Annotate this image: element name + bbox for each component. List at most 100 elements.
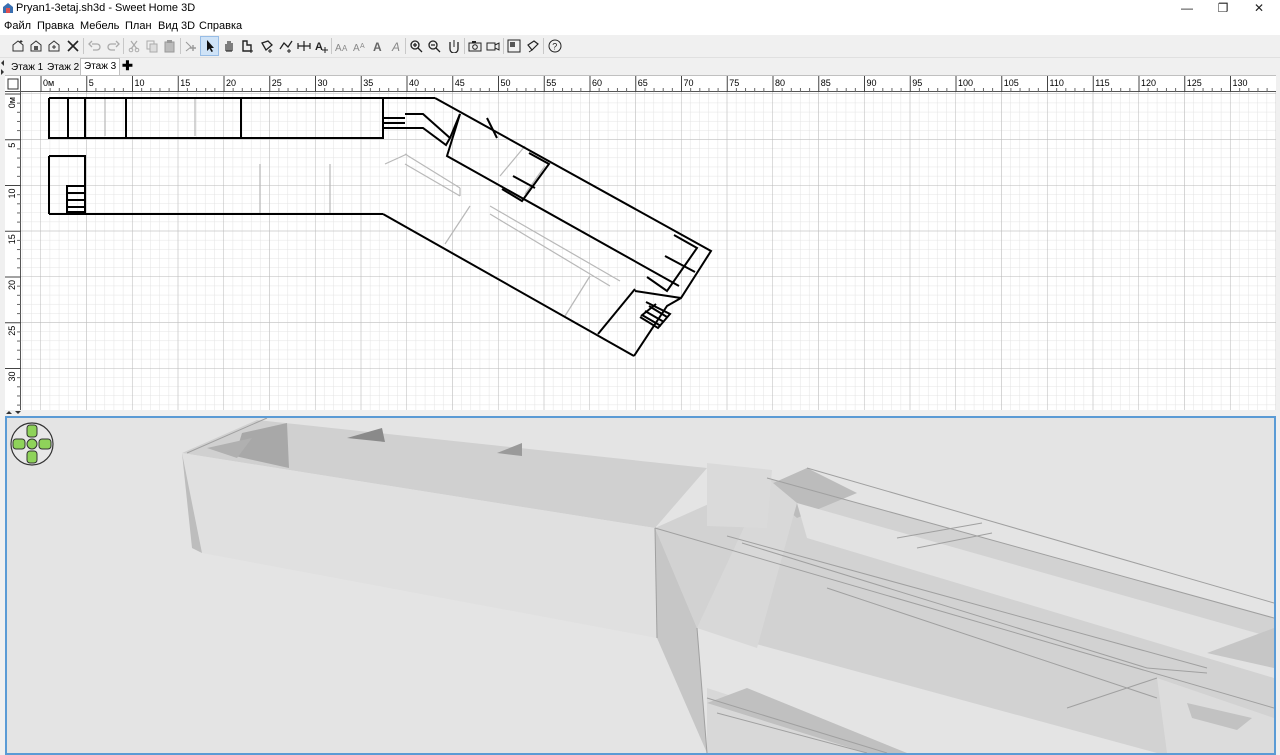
ruler-label: 95 <box>912 78 922 88</box>
open-icon <box>30 40 41 52</box>
redo-button[interactable] <box>104 37 121 55</box>
add-furniture-icon <box>185 41 196 52</box>
menu-edit[interactable]: Правка <box>37 20 74 32</box>
ruler-label: 55 <box>546 78 556 88</box>
save-icon <box>48 40 59 52</box>
copy-button[interactable] <box>143 37 160 55</box>
copy-icon <box>146 40 157 53</box>
edit-icon <box>526 40 539 53</box>
menu-file[interactable]: Файл <box>4 20 31 32</box>
create-dimensions-icon <box>296 41 311 51</box>
create-video-button[interactable] <box>484 37 501 55</box>
window-title: Pryan1-3etaj.sh3d - Sweet Home 3D <box>16 2 196 14</box>
minimize-button[interactable]: — <box>1170 0 1204 18</box>
create-walls-icon <box>241 40 253 53</box>
undo-icon <box>87 40 101 51</box>
zoom-out-button[interactable] <box>425 37 442 55</box>
title-bar: Pryan1-3etaj.sh3d - Sweet Home 3D — ❐ ✕ <box>0 0 1280 18</box>
increase-text-button[interactable]: AA <box>333 37 350 55</box>
undo-button[interactable] <box>86 37 103 55</box>
ruler-label: 10 <box>7 189 17 199</box>
ruler-label: 50 <box>501 78 511 88</box>
create-dimensions-button[interactable] <box>295 37 312 55</box>
tab-level-2[interactable]: Этаж 2 <box>44 60 82 75</box>
level-tabs: Этаж 1 Этаж 2 Этаж 3 ✚ <box>0 58 1280 76</box>
ruler-label: 65 <box>638 78 648 88</box>
ruler-label: 0м <box>7 97 17 108</box>
tab-level-1[interactable]: Этаж 1 <box>8 60 46 75</box>
help-button[interactable]: ? <box>546 37 563 55</box>
create-polylines-icon <box>278 40 293 53</box>
cut-button[interactable] <box>125 37 142 55</box>
paste-button[interactable] <box>161 37 178 55</box>
svg-text:A: A <box>342 44 348 53</box>
create-walls-button[interactable] <box>239 37 256 55</box>
menu-3d-view[interactable]: Вид 3D <box>158 20 195 32</box>
new-home-icon <box>12 40 23 52</box>
save-button[interactable] <box>45 37 62 55</box>
plan-view[interactable]: 0м 5 10 15 20 25 30 35 40 45 50 55 60 65 70 75 80 85 90 95 1… <box>5 75 1276 411</box>
cut-icon <box>128 40 139 53</box>
increase-text-icon: AA <box>335 43 348 53</box>
zoom-in-icon <box>409 40 422 53</box>
svg-text:A: A <box>335 43 342 53</box>
ruler-label: 5 <box>89 78 94 88</box>
decrease-text-button[interactable]: AA <box>351 37 368 55</box>
add-text-button[interactable]: A <box>313 37 330 55</box>
create-rooms-icon <box>260 40 273 53</box>
italic-text-icon: A <box>391 40 400 53</box>
ruler-label: 5 <box>7 143 17 148</box>
ruler-label: 80 <box>775 78 785 88</box>
pan-mode-button[interactable] <box>220 37 237 55</box>
ruler-label: 15 <box>7 234 17 244</box>
ruler-label: 30 <box>318 78 328 88</box>
menu-plan[interactable]: План <box>125 20 152 32</box>
3d-view[interactable] <box>5 416 1276 755</box>
import-background-icon <box>448 40 459 53</box>
create-polylines-button[interactable] <box>277 37 294 55</box>
menu-furniture[interactable]: Мебель <box>80 20 119 32</box>
ruler-label: 75 <box>729 78 739 88</box>
add-furniture-button[interactable] <box>182 37 199 55</box>
select-arrow-icon <box>206 40 214 52</box>
close-button[interactable]: ✕ <box>1242 0 1276 18</box>
open-button[interactable] <box>27 37 44 55</box>
svg-text:A: A <box>315 41 323 53</box>
svg-text:A: A <box>353 43 360 53</box>
decrease-text-icon: AA <box>353 43 365 53</box>
svg-text:A: A <box>391 40 400 53</box>
tab-level-3[interactable]: Этаж 3 <box>80 58 121 76</box>
ruler-label: 60 <box>592 78 602 88</box>
create-photo-button[interactable] <box>466 37 483 55</box>
cut-tool-icon <box>66 40 79 52</box>
ruler-label: 45 <box>455 78 465 88</box>
ruler-label: 110 <box>1050 78 1064 88</box>
help-icon: ? <box>548 39 561 53</box>
add-level-button[interactable]: ✚ <box>119 58 136 73</box>
cut-tool-button[interactable] <box>64 37 81 55</box>
menu-help[interactable]: Справка <box>199 20 242 32</box>
ruler-label: 90 <box>867 78 877 88</box>
preferences-button[interactable] <box>505 37 522 55</box>
ruler-label: 70 <box>684 78 694 88</box>
navigation-arrows-icon[interactable] <box>10 422 54 466</box>
italic-text-button[interactable]: A <box>387 37 404 55</box>
ruler-label: 35 <box>363 78 373 88</box>
zoom-out-icon <box>427 40 440 53</box>
menu-bar: Файл Правка Мебель План Вид 3D Справка <box>0 18 1280 35</box>
bold-text-icon: A <box>373 40 382 53</box>
create-rooms-button[interactable] <box>258 37 275 55</box>
zoom-in-button[interactable] <box>407 37 424 55</box>
restore-button[interactable]: ❐ <box>1206 0 1240 18</box>
ruler-label: 85 <box>821 78 831 88</box>
photo-icon <box>468 41 481 52</box>
select-mode-button[interactable] <box>200 36 219 56</box>
import-background-button[interactable] <box>445 37 462 55</box>
ruler-label: 115 <box>1095 78 1109 88</box>
edit-button[interactable] <box>524 37 541 55</box>
bold-text-button[interactable]: A <box>369 37 386 55</box>
ruler-label: 20 <box>7 280 17 290</box>
ruler-label: 120 <box>1141 78 1156 88</box>
svg-text:?: ? <box>552 42 557 52</box>
new-home-button[interactable] <box>9 37 26 55</box>
